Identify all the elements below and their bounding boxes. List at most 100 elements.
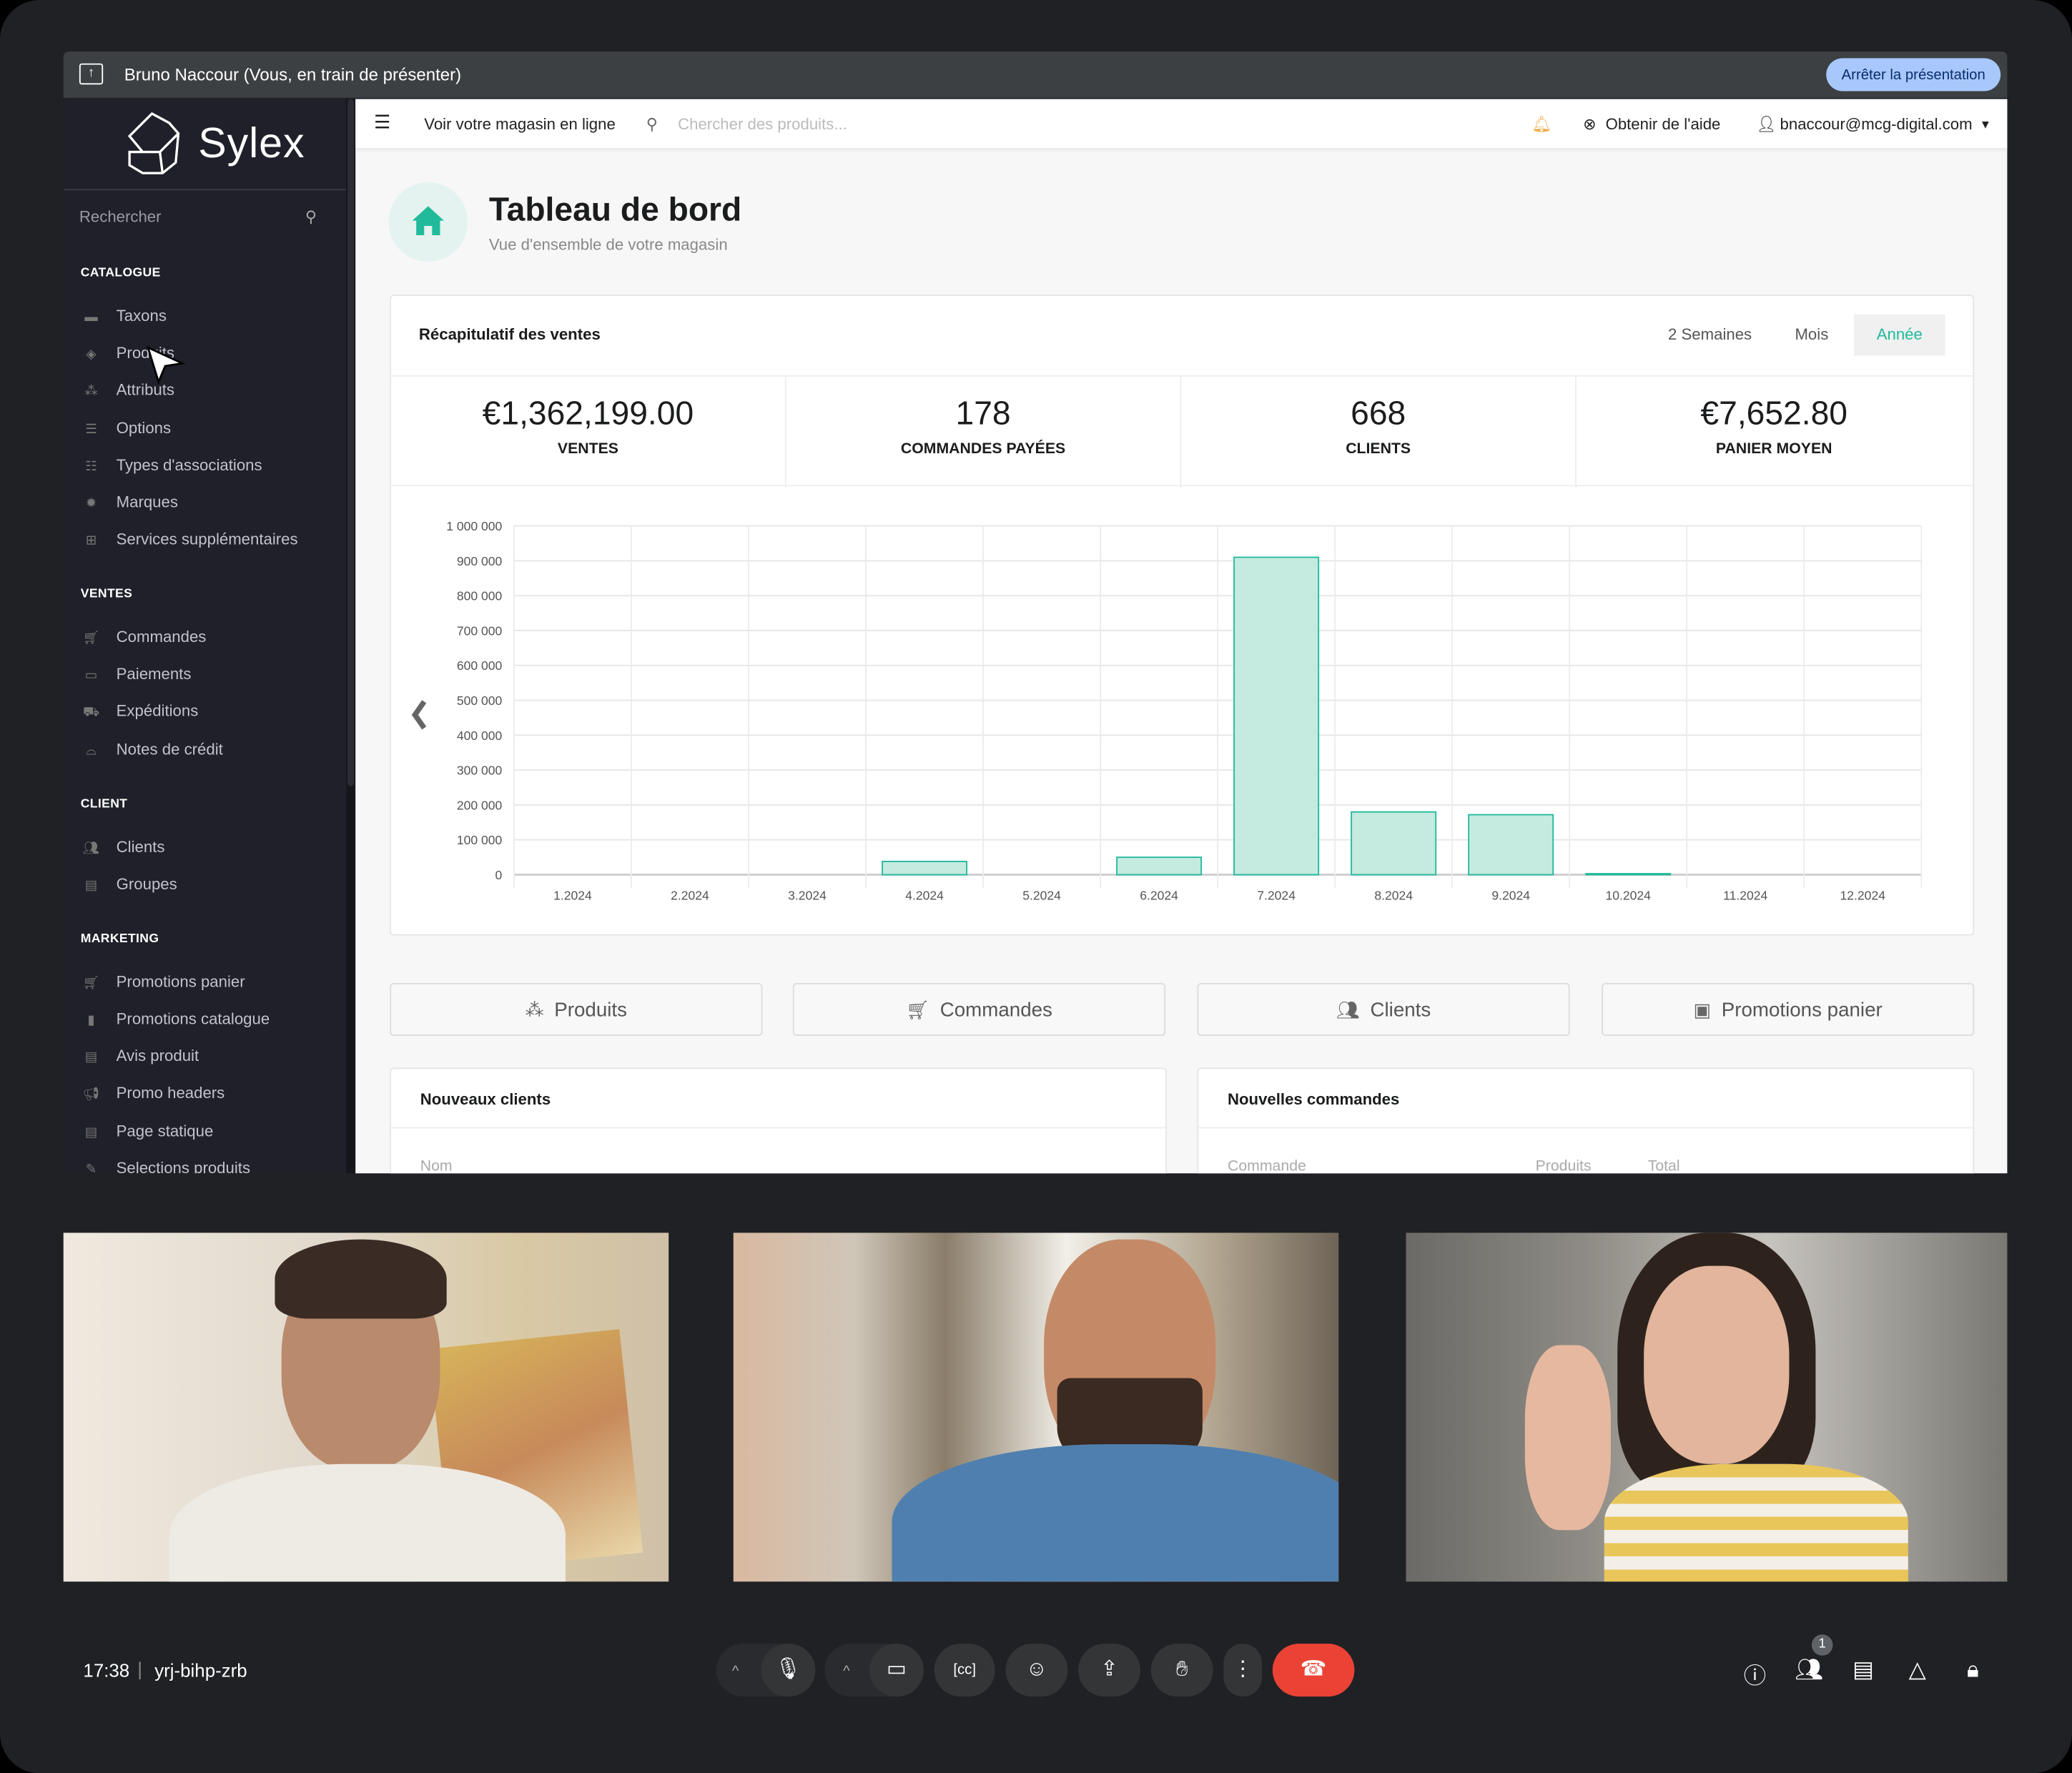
cart-icon: 🛒︎: [82, 631, 100, 646]
participant-video-1[interactable]: [63, 1233, 669, 1582]
sidebar-item-associations[interactable]: ☷ Types d'associations: [82, 456, 262, 475]
label: Paiements: [116, 664, 192, 683]
present-screen-icon: ↑: [79, 63, 104, 85]
bar-8.2024[interactable]: [1351, 811, 1437, 876]
quick-link-clients[interactable]: 👥︎ Clients: [1197, 983, 1570, 1036]
search-icon[interactable]: ⚲: [305, 207, 317, 226]
sidebar-item-paiements[interactable]: ▭ Paiements: [82, 665, 192, 683]
participant-hand: [1524, 1345, 1611, 1531]
activities-icon[interactable]: △: [1903, 1657, 1932, 1684]
bell-icon[interactable]: 🔔︎: [1531, 115, 1551, 134]
user-menu[interactable]: bnaccour@mcg-digital.com: [1780, 115, 1973, 134]
label: Options: [116, 418, 172, 438]
sidebar-item-groupes[interactable]: ▤ Groupes: [82, 875, 177, 894]
quick-link-promotions-panier[interactable]: ▣ Promotions panier: [1602, 983, 1975, 1036]
lifebuoy-icon: ⊗: [1583, 114, 1597, 134]
section-ventes: VENTES: [80, 586, 133, 601]
y-tick-label: 900 000: [457, 554, 503, 568]
bar-9.2024[interactable]: [1468, 814, 1554, 876]
label: Services supplémentaires: [116, 530, 298, 549]
y-tick-label: 600 000: [457, 658, 503, 673]
y-tick-label: 500 000: [457, 693, 503, 708]
more-options-button[interactable]: ⋮: [1223, 1644, 1263, 1697]
period-tab-2-weeks[interactable]: 2 Semaines: [1657, 315, 1763, 355]
present-button[interactable]: ⇪: [1078, 1644, 1140, 1697]
sidebar-item-options[interactable]: ☰ Options: [82, 419, 171, 438]
sidebar-item-clients[interactable]: 👥︎ Clients: [82, 838, 165, 856]
section-catalogue: CATALOGUE: [80, 265, 161, 280]
stat-average-cart: €7,652.80 PANIER MOYEN: [1577, 377, 1972, 488]
quick-link-produits[interactable]: ⁂ Produits: [390, 983, 763, 1036]
captions-button[interactable]: [cc]: [934, 1644, 995, 1697]
sidebar-item-marques[interactable]: ✹ Marques: [82, 493, 178, 511]
tasks-icon: ☷: [85, 460, 97, 475]
newspaper-icon: ▤: [84, 1050, 98, 1065]
sidebar-item-promo-headers[interactable]: 📢︎ Promo headers: [82, 1084, 225, 1102]
home-icon: [412, 206, 444, 235]
sidebar: Sylex Rechercher ⚲ CATALOGUE ▬ Taxons ◈ Pr…: [63, 99, 347, 1174]
label: Avis produit: [116, 1046, 199, 1065]
sidebar-item-commandes[interactable]: 🛒︎ Commandes: [82, 628, 207, 646]
new-customers-panel: Nouveaux clients Nom: [390, 1067, 1167, 1174]
label: Clients: [116, 837, 165, 856]
participant-video-3[interactable]: [1406, 1233, 2008, 1582]
raise-hand-button[interactable]: ✋︎: [1150, 1644, 1213, 1697]
sidebar-item-promotions-catalogue[interactable]: ▮ Promotions catalogue: [82, 1009, 270, 1028]
caret-down-icon[interactable]: ▼: [1980, 117, 1991, 130]
inbox-icon: ⌓: [86, 744, 97, 759]
chat-icon[interactable]: ▤: [1849, 1657, 1878, 1684]
bar-4.2024[interactable]: [882, 861, 968, 876]
label: Expéditions: [116, 701, 199, 721]
host-controls-icon[interactable]: 🔒︎: [1958, 1657, 1988, 1684]
sidebar-item-taxons[interactable]: ▬ Taxons: [82, 307, 167, 325]
users-icon: 👥︎: [82, 841, 100, 856]
sidebar-item-avis-produit[interactable]: ▤ Avis produit: [82, 1047, 199, 1065]
divider: [63, 189, 347, 191]
participant-video-2[interactable]: [733, 1233, 1339, 1582]
sidebar-item-promotions-panier[interactable]: 🛒︎ Promotions panier: [82, 972, 245, 991]
certificate-icon: ✹: [85, 496, 97, 512]
x-tick-label: 4.2024: [905, 889, 944, 903]
sidebar-item-notes-credit[interactable]: ⌓ Notes de crédit: [82, 740, 223, 759]
divider: [1198, 1127, 1973, 1129]
microphone-icon: 🎙︎: [774, 1658, 802, 1681]
page-title: Tableau de bord: [488, 191, 742, 229]
view-shop-link[interactable]: Voir votre magasin en ligne: [424, 115, 616, 134]
sales-summary-title: Récapitulatif des ventes: [418, 325, 601, 344]
label: Promotions panier: [116, 972, 245, 992]
product-search-input[interactable]: Chercher des produits...: [678, 115, 847, 134]
closed-captions-icon: [cc]: [953, 1662, 977, 1679]
sidebar-item-page-statique[interactable]: ▤ Page statique: [82, 1122, 214, 1140]
sidebar-item-expeditions[interactable]: ⛟ Expéditions: [82, 701, 199, 723]
cube-icon: ◈: [86, 347, 97, 362]
period-tab-month[interactable]: Mois: [1779, 315, 1845, 355]
cubes-icon: ⁂: [525, 999, 544, 1020]
sidebar-scrollbar[interactable]: [346, 99, 356, 1174]
camera-button[interactable]: ▭: [869, 1644, 924, 1697]
label: Commandes: [939, 999, 1052, 1022]
present-screen-icon: ⇪: [1100, 1658, 1118, 1681]
x-tick-label: 1.2024: [553, 889, 592, 903]
bar-6.2024[interactable]: [1116, 856, 1203, 876]
menu-toggle-icon[interactable]: ☰: [374, 111, 390, 133]
column-header: Produits: [1535, 1158, 1592, 1174]
meeting-info-icon[interactable]: ⓘ: [1740, 1657, 1770, 1690]
period-tab-year[interactable]: Année: [1854, 314, 1945, 356]
stop-presenting-button[interactable]: Arrêter la présentation: [1826, 58, 2001, 92]
sidebar-search-input[interactable]: Rechercher: [79, 207, 162, 226]
people-icon[interactable]: 👥︎: [1795, 1657, 1824, 1684]
quick-link-commandes[interactable]: 🛒︎ Commandes: [792, 983, 1166, 1036]
sidebar-item-selections[interactable]: ✎ Selections produits: [82, 1159, 250, 1173]
reactions-button[interactable]: ☺: [1005, 1644, 1068, 1697]
sidebar-item-services[interactable]: ⊞ Services supplémentaires: [82, 530, 298, 548]
microphone-button[interactable]: 🎙︎: [761, 1644, 816, 1697]
chevron-up-icon: ^: [843, 1663, 850, 1680]
cart-icon: 🛒︎: [906, 999, 929, 1020]
label: Selections produits: [116, 1158, 251, 1174]
section-marketing: MARKETING: [80, 931, 159, 947]
bar-7.2024[interactable]: [1233, 556, 1320, 876]
chevron-left-icon[interactable]: [411, 700, 427, 730]
help-link[interactable]: Obtenir de l'aide: [1606, 115, 1721, 134]
end-call-button[interactable]: ☎: [1272, 1644, 1355, 1697]
page-subtitle: Vue d'ensemble de votre magasin: [488, 234, 728, 254]
